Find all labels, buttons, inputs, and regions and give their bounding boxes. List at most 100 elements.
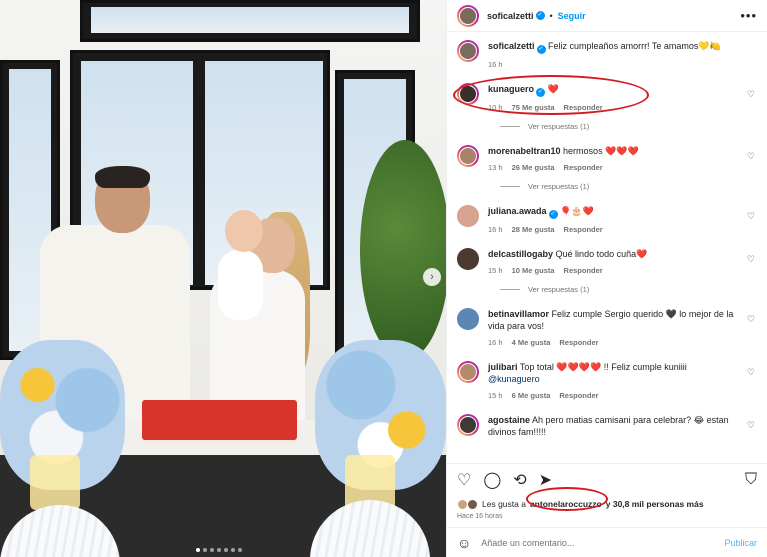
comment-likes[interactable]: 10 Me gusta	[512, 265, 555, 277]
caption: soficalzetti ✓ Feliz cumpleaños amorrr! T…	[457, 40, 757, 71]
avatar[interactable]	[457, 361, 479, 383]
liker-avatar	[467, 498, 478, 510]
reply-button[interactable]: Responder	[564, 265, 603, 277]
header-username[interactable]: soficalzetti	[487, 11, 534, 21]
like-heart-icon[interactable]: ♡	[747, 151, 755, 162]
comment-time[interactable]: 16 h	[488, 337, 503, 349]
vase-left	[30, 455, 80, 510]
verified-icon: ✓	[536, 88, 546, 97]
comment-icon[interactable]: ◯	[483, 470, 501, 490]
comment-input[interactable]: Añade un comentario...	[481, 538, 574, 548]
comment-likes[interactable]: 6 Me gusta	[512, 390, 551, 402]
comment: betinavillamor Feliz cumple Sergio queri…	[457, 308, 757, 349]
comment-mention[interactable]: @kunaguero	[488, 374, 540, 384]
carousel-dot	[203, 548, 207, 552]
comment-text: Qué lindo todo cuña❤️	[555, 249, 648, 259]
more-options-icon[interactable]: •••	[740, 8, 757, 23]
likes-count[interactable]: y 30,8 mil personas más	[606, 499, 704, 509]
avatar[interactable]	[457, 40, 479, 62]
comment: delcastillogaby Qué lindo todo cuña❤️ 15…	[457, 248, 757, 277]
likes-summary: Les gusta a antonelaroccuzzo y 30,8 mil …	[447, 495, 767, 513]
comment-time[interactable]: 15 h	[488, 265, 503, 277]
comment-text: 🎈🎂❤️	[560, 206, 594, 216]
verified-icon: ✓	[548, 210, 558, 219]
comment-username[interactable]: soficalzetti	[488, 41, 535, 51]
avatar[interactable]	[457, 308, 479, 330]
avatar[interactable]	[457, 4, 479, 27]
comment-text: Top total ❤️❤️❤️❤️ !! Feliz cumple kunii…	[519, 362, 687, 372]
comment: agostaine Ah pero matias camisani para c…	[457, 414, 757, 438]
comment-time[interactable]: 13 h	[488, 162, 503, 174]
view-replies[interactable]: Ver respuestas (1)	[500, 122, 757, 131]
like-heart-icon[interactable]: ♡	[747, 211, 755, 222]
comment-time[interactable]: 15 h	[488, 390, 503, 402]
add-comment-bar: ☺ Añade un comentario... Publicar	[447, 527, 767, 557]
comment-likes[interactable]: 28 Me gusta	[512, 224, 555, 236]
comment-username[interactable]: agostaine	[488, 415, 530, 425]
comment-username[interactable]: juliana.awada	[488, 206, 547, 216]
comment-text: Feliz cumpleaños amorrr! Te amamos💛🍋	[548, 41, 721, 51]
carousel-dot	[231, 548, 235, 552]
like-heart-icon[interactable]: ♡	[747, 254, 755, 265]
comment-likes[interactable]: 26 Me gusta	[512, 162, 555, 174]
send-icon[interactable]: ➤	[539, 470, 552, 490]
carousel-dot	[196, 548, 200, 552]
post-photo[interactable]: ›	[0, 0, 446, 557]
comment-text: hermosos ❤️❤️❤️	[563, 146, 639, 156]
avatar[interactable]	[457, 83, 479, 105]
plant-right	[360, 140, 446, 360]
like-heart-icon[interactable]: ♡	[747, 420, 755, 431]
baby-head	[225, 210, 263, 252]
reply-button[interactable]: Responder	[564, 162, 603, 174]
separator-dot: •	[549, 10, 553, 21]
post-time[interactable]: Hace 16 horas	[447, 513, 767, 527]
reply-button[interactable]: Responder	[564, 224, 603, 236]
share-icon[interactable]: ⟲	[513, 470, 526, 490]
comment-username[interactable]: morenabeltran10	[488, 146, 561, 156]
view-replies[interactable]: Ver respuestas (1)	[500, 182, 757, 191]
next-photo-chevron-icon[interactable]: ›	[423, 268, 441, 286]
carousel-dot	[210, 548, 214, 552]
like-heart-icon[interactable]: ♡	[747, 89, 755, 100]
reply-button[interactable]: Responder	[564, 102, 603, 114]
comments-panel: soficalzetti ✓ • Seguir ••• soficalzetti…	[446, 0, 767, 557]
comment-username[interactable]: julibari	[488, 362, 518, 372]
comment-time[interactable]: 16 h	[488, 224, 503, 236]
likes-prefix: Les gusta a	[482, 499, 526, 509]
comment-likes[interactable]: 75 Me gusta	[512, 102, 555, 114]
publish-button[interactable]: Publicar	[724, 538, 757, 548]
man-hair	[95, 166, 150, 188]
follow-button[interactable]: Seguir	[558, 11, 586, 21]
comment-username[interactable]: delcastillogaby	[488, 249, 553, 259]
liker-username[interactable]: antonelaroccuzzo	[530, 499, 602, 509]
person-baby	[218, 250, 263, 320]
window-top	[80, 0, 420, 42]
comment: kunaguero ✓ ❤️ 10 h 75 Me gusta Responder…	[453, 75, 757, 115]
action-bar: ♡ ◯ ⟲ ➤ ⛉	[447, 463, 767, 495]
avatar[interactable]	[457, 205, 479, 227]
verified-icon: ✓	[535, 11, 545, 20]
emoji-icon[interactable]: ☺	[457, 535, 471, 551]
comment-list[interactable]: soficalzetti ✓ Feliz cumpleaños amorrr! T…	[447, 32, 767, 463]
view-replies[interactable]: Ver respuestas (1)	[500, 285, 757, 294]
carousel-dot	[238, 548, 242, 552]
comment-time[interactable]: 16 h	[488, 59, 503, 71]
heart-icon[interactable]: ♡	[457, 470, 471, 490]
comment: juliana.awada ✓ 🎈🎂❤️ 16 h 28 Me gusta Res…	[457, 205, 757, 236]
bookmark-icon[interactable]: ⛉	[745, 471, 757, 489]
carousel-dot	[217, 548, 221, 552]
comment-time[interactable]: 10 h	[488, 102, 503, 114]
comment-username[interactable]: betinavillamor	[488, 309, 549, 319]
like-heart-icon[interactable]: ♡	[747, 367, 755, 378]
reply-button[interactable]: Responder	[559, 390, 598, 402]
reply-button[interactable]: Responder	[559, 337, 598, 349]
avatar[interactable]	[457, 248, 479, 270]
carousel-dots	[196, 548, 242, 552]
comment-likes[interactable]: 4 Me gusta	[512, 337, 551, 349]
avatar[interactable]	[457, 145, 479, 167]
comment-username[interactable]: kunaguero	[488, 84, 534, 94]
avatar[interactable]	[457, 414, 479, 436]
post-header: soficalzetti ✓ • Seguir •••	[447, 0, 767, 32]
verified-icon: ✓	[536, 45, 546, 54]
like-heart-icon[interactable]: ♡	[747, 314, 755, 325]
